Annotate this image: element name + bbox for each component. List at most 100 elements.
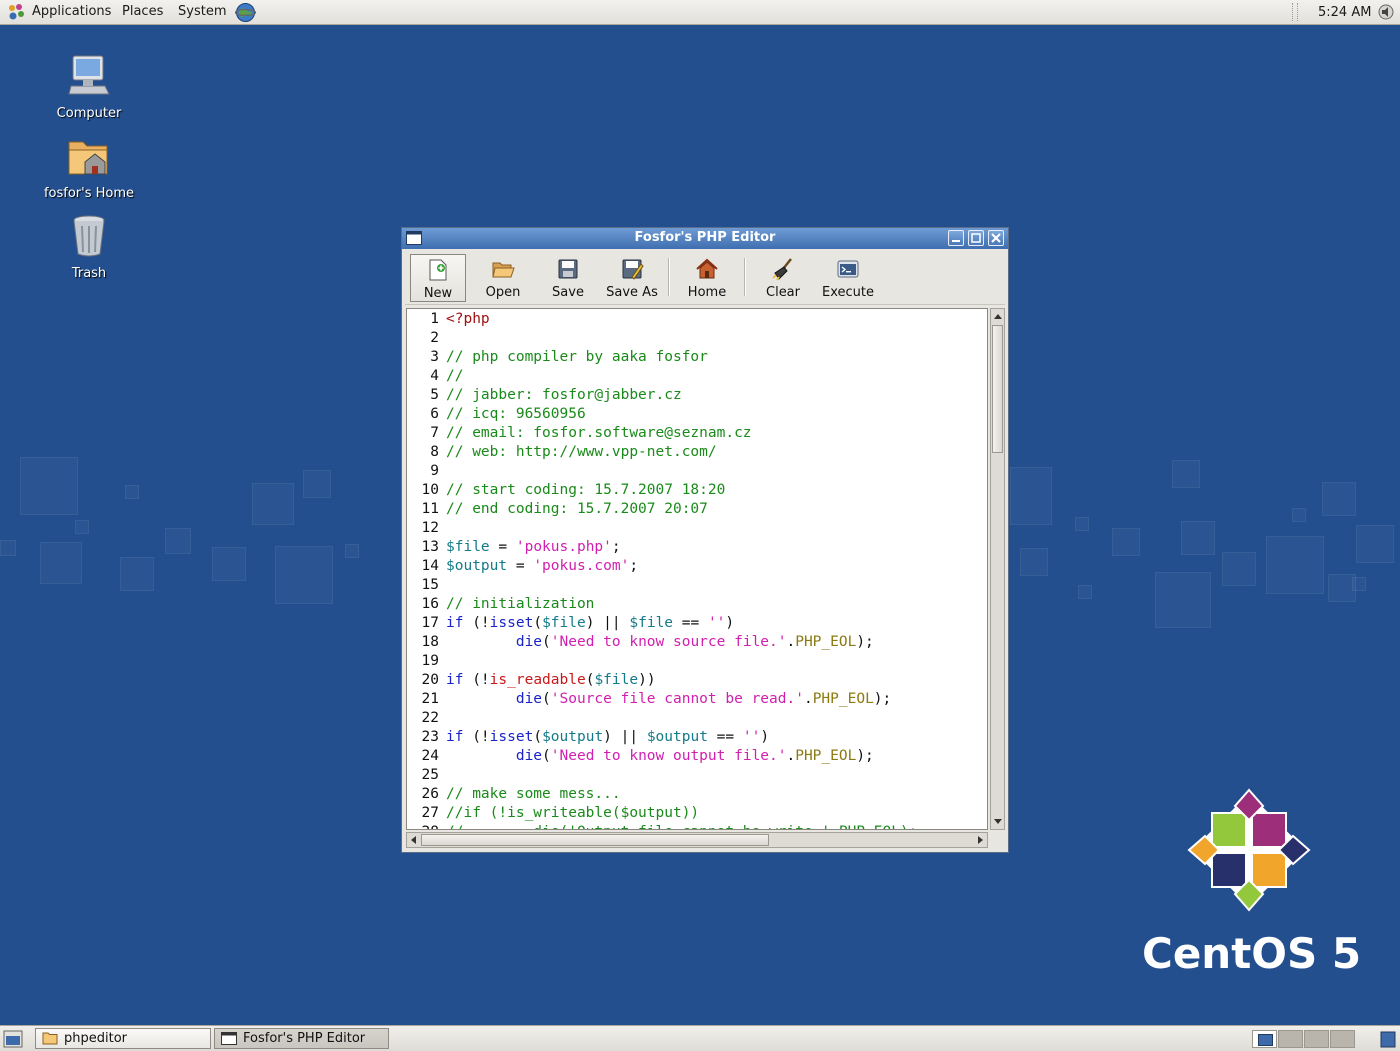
show-desktop-icon[interactable] [3, 1030, 23, 1048]
taskbar-item-phpeditor[interactable]: phpeditor [35, 1028, 211, 1049]
desktop-icon-computer[interactable]: Computer [34, 52, 144, 121]
home-button[interactable]: Home [679, 254, 735, 302]
clear-button[interactable]: Clear [755, 254, 811, 302]
code-line[interactable]: 16 // initialization [407, 595, 917, 614]
code-line[interactable]: 14 $output = 'pokus.com'; [407, 557, 917, 576]
code-line[interactable]: 12 [407, 519, 917, 538]
code-line[interactable]: 28// die('Output file cannot be write.'.… [407, 823, 918, 829]
open-label: Open [485, 285, 521, 300]
workspace-3[interactable] [1304, 1030, 1329, 1048]
code-area[interactable]: 1 <?php 2 3// php compiler by aaka fosfor 4/… [407, 310, 918, 829]
new-button[interactable]: New [410, 254, 466, 302]
centos-wordmark: CentOS 5 [1142, 929, 1361, 978]
vertical-scroll-thumb[interactable] [992, 325, 1003, 453]
code-line[interactable]: 8 // web: http://www.vpp-net.com/ [407, 443, 917, 462]
code-line[interactable]: 1 <?php [407, 310, 917, 329]
code-text: // initialization [446, 596, 595, 612]
code-line[interactable]: 7 // email: fosfor.software@seznam.cz [407, 424, 917, 443]
save-button[interactable]: Save [540, 254, 596, 302]
clock[interactable]: 5:24 AM [1318, 5, 1371, 20]
open-button[interactable]: Open [475, 254, 531, 302]
web-browser-icon[interactable] [235, 2, 256, 23]
new-label: New [423, 286, 453, 301]
line-number: 10 [421, 482, 439, 498]
code-line[interactable]: 22 [407, 709, 917, 728]
code-text: // end coding: 15.7.2007 20:07 [446, 501, 708, 517]
save-as-button[interactable]: Save As [602, 254, 662, 302]
bottom-panel: phpeditor Fosfor's PHP Editor [0, 1025, 1400, 1051]
code-line[interactable]: 3 // php compiler by aaka fosfor [407, 348, 917, 367]
line-number: 4 [430, 368, 439, 384]
maximize-button[interactable] [968, 230, 984, 246]
gnome-foot-icon[interactable] [7, 3, 25, 21]
save-as-label: Save As [606, 285, 658, 300]
close-icon [991, 233, 1001, 243]
scroll-up-arrow-icon[interactable] [993, 312, 1003, 320]
code-line[interactable]: 9 [407, 462, 917, 481]
home-icon [696, 258, 718, 279]
line-number: 13 [421, 539, 439, 555]
save-label: Save [552, 285, 584, 300]
code-text: // web: http://www.vpp-net.com/ [446, 444, 717, 460]
window-icon [221, 1032, 237, 1045]
line-number: 9 [430, 463, 439, 479]
workspace-2[interactable] [1278, 1030, 1303, 1048]
code-line[interactable]: 26 // make some mess... [407, 785, 917, 804]
code-line[interactable]: 2 [407, 329, 917, 348]
scroll-left-arrow-icon[interactable] [409, 835, 417, 845]
code-editor[interactable]: 1 <?php 2 3// php compiler by aaka fosfor 4/… [406, 308, 988, 830]
code-line[interactable]: 17 if (!isset($file) || $file == '') [407, 614, 917, 633]
desktop-icon-home[interactable]: fosfor's Home [34, 132, 144, 201]
code-line[interactable]: 23 if (!isset($output) || $output == '') [407, 728, 917, 747]
volume-icon[interactable] [1377, 3, 1395, 21]
line-number: 22 [421, 710, 439, 726]
scroll-down-arrow-icon[interactable] [993, 818, 1003, 826]
menu-system[interactable]: System [178, 4, 226, 19]
logo-text: CentOS 5 [1142, 929, 1361, 978]
horizontal-scroll-thumb[interactable] [421, 834, 769, 846]
code-line[interactable]: 13 $file = 'pokus.php'; [407, 538, 917, 557]
code-text: // email: fosfor.software@seznam.cz [446, 425, 752, 441]
code-line[interactable]: 18 die('Need to know source file.'.PHP_E… [407, 633, 917, 652]
vertical-scrollbar[interactable] [990, 308, 1005, 830]
code-line[interactable]: 5 // jabber: fosfor@jabber.cz [407, 386, 917, 405]
code-line[interactable]: 21 die('Source file cannot be read.'.PHP… [407, 690, 917, 709]
code-line[interactable]: 24 die('Need to know output file.'.PHP_E… [407, 747, 917, 766]
panel-handle[interactable] [1292, 3, 1298, 21]
code-text: // die('Output file cannot be write.'.PH… [446, 824, 917, 829]
line-number: 7 [430, 425, 439, 441]
toolbar-separator [744, 258, 746, 296]
code-line[interactable]: 6 // icq: 96560956 [407, 405, 917, 424]
menu-applications[interactable]: Applications [32, 4, 111, 19]
minimize-button[interactable] [948, 230, 964, 246]
code-line[interactable]: 25 [407, 766, 917, 785]
code-line[interactable]: 15 [407, 576, 917, 595]
scroll-right-arrow-icon[interactable] [977, 835, 985, 845]
maximize-icon [971, 233, 981, 243]
code-line[interactable]: 11 // end coding: 15.7.2007 20:07 [407, 500, 917, 519]
workspace-4[interactable] [1330, 1030, 1355, 1048]
code-line[interactable]: 4 // [407, 367, 917, 386]
horizontal-scrollbar[interactable] [406, 832, 988, 848]
code-line[interactable]: 20 if (!is_readable($file)) [407, 671, 917, 690]
code-line[interactable]: 27 //if (!is_writeable($output)) [407, 804, 917, 823]
code-text: die('Source file cannot be read.'.PHP_EO… [515, 691, 892, 707]
taskbar-item-php-editor[interactable]: Fosfor's PHP Editor [214, 1028, 389, 1049]
line-number: 18 [421, 634, 439, 650]
window-titlebar[interactable]: Fosfor's PHP Editor [402, 228, 1008, 249]
minimize-icon [952, 240, 960, 242]
editor-window: Fosfor's PHP Editor New Open Save Save A… [401, 227, 1009, 853]
desktop-icon-trash[interactable]: Trash [34, 212, 144, 281]
line-number: 3 [430, 349, 439, 365]
trash-applet-icon[interactable] [1378, 1029, 1398, 1049]
menu-places[interactable]: Places [122, 4, 163, 19]
close-button[interactable] [988, 230, 1004, 246]
code-text: if (!isset($file) || $file == '') [446, 615, 735, 631]
code-line[interactable]: 10 // start coding: 15.7.2007 18:20 [407, 481, 917, 500]
code-text: die('Need to know output file.'.PHP_EOL)… [515, 748, 874, 764]
code-text: // make some mess... [446, 786, 621, 802]
execute-button[interactable]: Execute [817, 254, 879, 302]
code-text: $file = 'pokus.php'; [446, 539, 621, 555]
code-line[interactable]: 19 [407, 652, 917, 671]
workspace-1[interactable] [1252, 1030, 1277, 1048]
